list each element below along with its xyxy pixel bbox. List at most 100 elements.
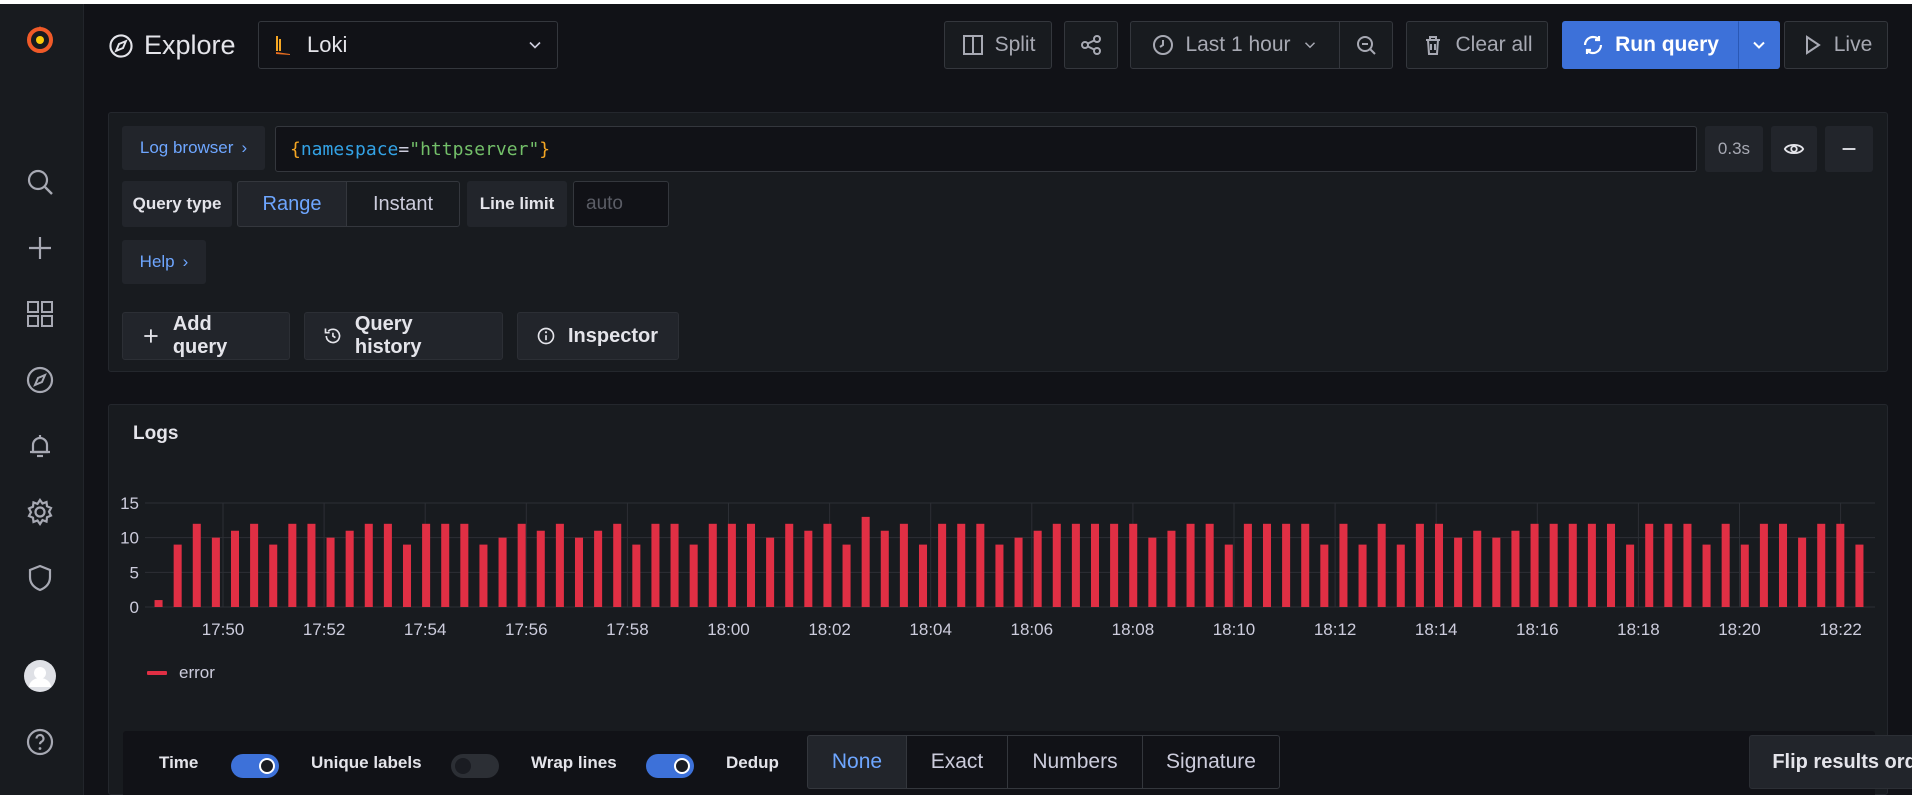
time-range-picker[interactable]: Last 1 hour: [1130, 21, 1340, 69]
line-limit-input[interactable]: auto: [573, 181, 669, 227]
bar-error: [976, 523, 985, 607]
toggle-knob: [259, 758, 275, 774]
chevron-down-icon: [1753, 41, 1765, 49]
chevron-right-icon: ›: [182, 252, 189, 271]
add-query-button[interactable]: Add query: [122, 312, 290, 360]
legend-swatch-error: [147, 671, 167, 675]
create-plus-icon[interactable]: [20, 228, 60, 268]
bar-error: [1568, 523, 1577, 607]
log-browser-button[interactable]: Log browser ›: [122, 126, 265, 170]
share-button[interactable]: [1064, 21, 1118, 69]
user-avatar[interactable]: [20, 656, 60, 696]
zoom-out-button[interactable]: [1339, 21, 1393, 69]
dedup-none[interactable]: None: [807, 735, 907, 789]
bar-error: [1415, 523, 1424, 607]
bar-error: [785, 523, 794, 607]
flip-results-order-button[interactable]: Flip results order: [1749, 735, 1912, 789]
datasource-picker[interactable]: Loki: [258, 21, 558, 69]
bar-error: [746, 523, 756, 607]
log-browser-label: Log browser: [139, 138, 234, 157]
bar-error: [250, 523, 259, 607]
bar-error: [1396, 544, 1405, 607]
bar-error: [1434, 523, 1444, 607]
chevron-down-icon: [1304, 42, 1315, 49]
y-tick-label: 10: [120, 529, 139, 548]
y-tick-label: 0: [130, 598, 139, 617]
page-title-text: Explore: [144, 30, 236, 60]
bar-error: [1033, 530, 1042, 607]
chevron-right-icon: ›: [241, 138, 248, 157]
x-tick-label: 18:20: [1718, 620, 1761, 639]
help-label: Help: [139, 252, 175, 271]
x-tick-label: 17:56: [505, 620, 548, 639]
x-tick-label: 17:52: [303, 620, 346, 639]
bar-error: [1683, 523, 1692, 607]
bar-error: [1014, 537, 1023, 607]
bar-error: [1817, 523, 1826, 607]
remove-query-button[interactable]: [1825, 126, 1873, 172]
plus-icon: [144, 329, 158, 343]
query-type-instant[interactable]: Instant: [346, 181, 460, 227]
query-type-range[interactable]: Range: [237, 181, 347, 227]
toggle-knob: [674, 758, 690, 774]
dedup-signature[interactable]: Signature: [1142, 735, 1280, 789]
settings-gear-icon[interactable]: [20, 492, 60, 532]
dedup-exact[interactable]: Exact: [906, 735, 1008, 789]
split-button[interactable]: Split: [944, 21, 1052, 69]
time-range-label: Last 1 hour: [1185, 33, 1291, 56]
help-icon[interactable]: [20, 722, 60, 762]
bar-error: [1530, 523, 1539, 607]
bar-error: [804, 530, 813, 607]
inspector-button[interactable]: Inspector: [517, 312, 679, 360]
toggle-knob: [455, 758, 471, 774]
trash-icon: [1426, 36, 1441, 55]
bar-error: [1664, 523, 1673, 607]
unique-labels-toggle[interactable]: [451, 754, 499, 778]
bar-error: [1339, 523, 1348, 607]
toggle-query-visibility-button[interactable]: [1771, 126, 1817, 172]
bar-error: [1511, 530, 1520, 607]
bar-error: [422, 523, 431, 607]
explore-toolbar: Explore Loki Split Last 1 hour Clear all…: [84, 4, 1912, 86]
dashboards-grid-icon[interactable]: [20, 294, 60, 334]
bar-error: [1473, 530, 1482, 607]
split-label: Split: [994, 33, 1036, 56]
bar-error: [307, 523, 316, 607]
alerting-bell-icon[interactable]: [20, 426, 60, 466]
brace-open: {: [290, 138, 301, 160]
help-button[interactable]: Help ›: [122, 240, 206, 284]
dedup-numbers[interactable]: Numbers: [1007, 735, 1143, 789]
query-expression-input[interactable]: {namespace = "httpserver"}: [275, 126, 1697, 172]
label-value: "httpserver": [409, 138, 540, 160]
bar-error: [1282, 523, 1291, 607]
time-toggle-label: Time: [159, 753, 199, 772]
bar-error: [594, 530, 603, 607]
line-limit-label: Line limit: [467, 181, 567, 227]
live-button[interactable]: Live: [1784, 21, 1888, 69]
bar-error: [1071, 523, 1080, 607]
server-admin-shield-icon[interactable]: [20, 558, 60, 598]
logs-volume-chart: 0 5 10 15 17:50 17:52 17:54 17:56 17:58 18:00 18:0…: [120, 494, 1875, 639]
run-query-interval-dropdown[interactable]: [1738, 21, 1780, 69]
eye-icon: [1783, 143, 1805, 155]
run-query-button[interactable]: Run query: [1562, 21, 1738, 69]
grafana-logo-icon[interactable]: [20, 20, 60, 60]
clear-all-button[interactable]: Clear all: [1406, 21, 1548, 69]
time-toggle[interactable]: [231, 754, 279, 778]
bar-error: [517, 523, 526, 607]
bar-error: [1358, 544, 1367, 607]
x-tick-label: 17:58: [606, 620, 649, 639]
query-type-label: Query type: [122, 181, 232, 227]
bar-error: [536, 530, 545, 607]
bar-error: [1606, 523, 1616, 607]
explore-compass-icon[interactable]: [20, 360, 60, 400]
wrap-lines-toggle[interactable]: [646, 754, 694, 778]
query-history-button[interactable]: Query history: [304, 312, 503, 360]
bar-error: [1645, 523, 1654, 607]
bar-error: [727, 523, 736, 607]
bar-error: [670, 523, 679, 607]
search-icon[interactable]: [20, 162, 60, 202]
bar-error: [441, 523, 450, 607]
loki-logo-icon: [276, 36, 290, 55]
legend-label-error[interactable]: error: [179, 663, 215, 683]
